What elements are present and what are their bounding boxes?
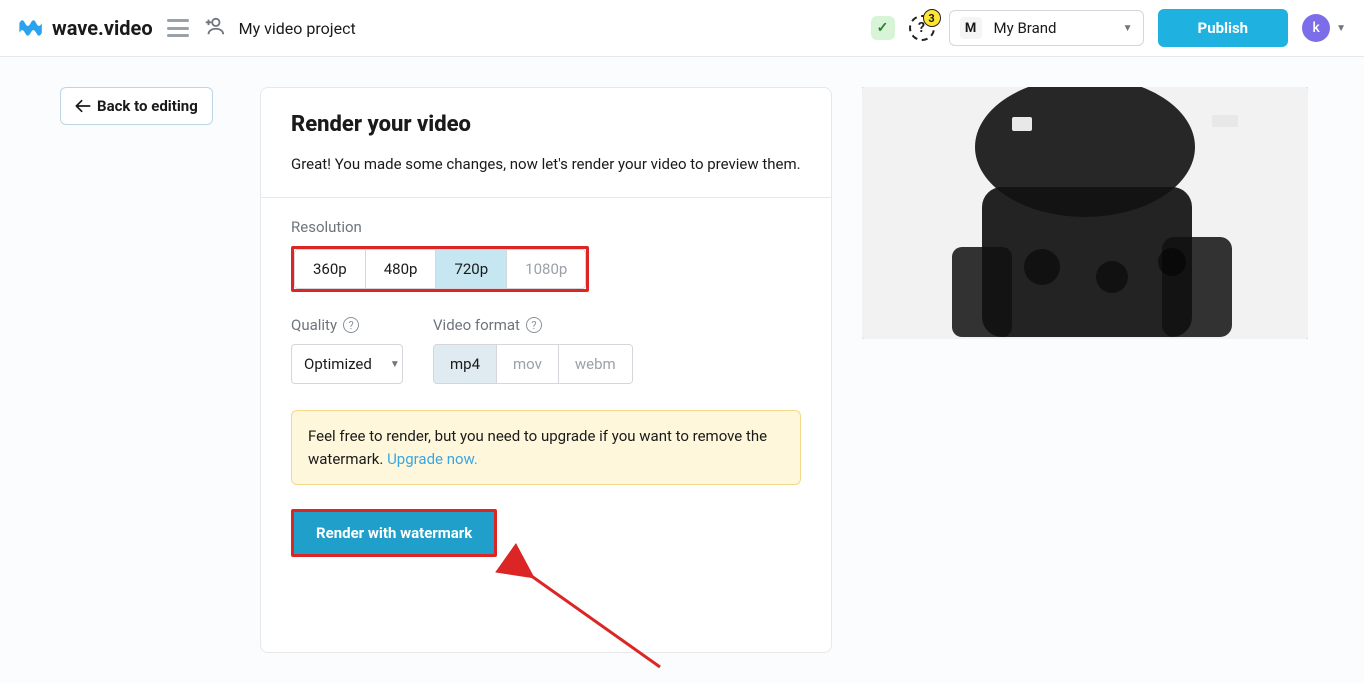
arrow-left-icon (75, 99, 91, 113)
render-with-watermark-button[interactable]: Render with watermark (294, 512, 494, 554)
format-webm[interactable]: webm (559, 345, 632, 383)
format-segment: mp4 mov webm (433, 344, 633, 384)
invite-user-icon[interactable] (203, 15, 225, 41)
back-to-editing-button[interactable]: Back to editing (60, 87, 213, 125)
help-icon[interactable]: ? (343, 317, 359, 333)
resolution-segment: 360p 480p 720p 1080p (294, 249, 586, 289)
resolution-1080p[interactable]: 1080p (507, 250, 585, 288)
resolution-720p[interactable]: 720p (436, 250, 507, 288)
format-mp4[interactable]: mp4 (434, 345, 497, 383)
chevron-down-icon: ▼ (1123, 23, 1133, 34)
user-menu[interactable]: k ▼ (1302, 14, 1346, 42)
chevron-down-icon: ▼ (390, 359, 400, 370)
video-preview-thumbnail (862, 87, 1308, 339)
quality-value: Optimized (304, 355, 372, 373)
page-body: Back to editing Render your video Great!… (0, 57, 1364, 683)
resolution-label: Resolution (291, 218, 801, 236)
format-mov[interactable]: mov (497, 345, 559, 383)
back-label: Back to editing (97, 97, 198, 115)
app-header: wave.video My video project ✓ ? 3 M My B… (0, 0, 1364, 57)
help-count-badge: 3 (923, 9, 941, 27)
help-icon[interactable]: ? (526, 317, 542, 333)
render-card: Render your video Great! You made some c… (260, 87, 832, 653)
brand-select[interactable]: M My Brand ▼ (949, 10, 1144, 46)
quality-select[interactable]: Optimized ▼ (291, 344, 403, 384)
card-title: Render your video (291, 112, 801, 137)
avatar: k (1302, 14, 1330, 42)
help-button[interactable]: ? 3 (909, 15, 935, 41)
upgrade-banner: Feel free to render, but you need to upg… (291, 410, 801, 485)
brand-label: My Brand (994, 19, 1111, 37)
banner-text: Feel free to render, but you need to upg… (308, 427, 767, 468)
resolution-360p[interactable]: 360p (295, 250, 366, 288)
quality-label: Quality ? (291, 316, 403, 334)
render-highlight: Render with watermark (291, 509, 497, 557)
card-subtitle: Great! You made some changes, now let's … (291, 155, 801, 173)
resolution-480p[interactable]: 480p (366, 250, 437, 288)
save-status-icon: ✓ (871, 16, 895, 40)
format-label: Video format ? (433, 316, 633, 334)
chevron-down-icon: ▼ (1336, 23, 1346, 34)
upgrade-link[interactable]: Upgrade now. (387, 450, 478, 468)
publish-button[interactable]: Publish (1158, 9, 1289, 47)
project-name[interactable]: My video project (239, 19, 356, 38)
logo[interactable]: wave.video (18, 16, 153, 40)
resolution-highlight: 360p 480p 720p 1080p (291, 246, 589, 292)
logo-text: wave.video (52, 16, 153, 40)
menu-icon[interactable] (167, 19, 189, 37)
brand-letter: M (960, 17, 982, 39)
wave-logo-icon (18, 17, 46, 39)
